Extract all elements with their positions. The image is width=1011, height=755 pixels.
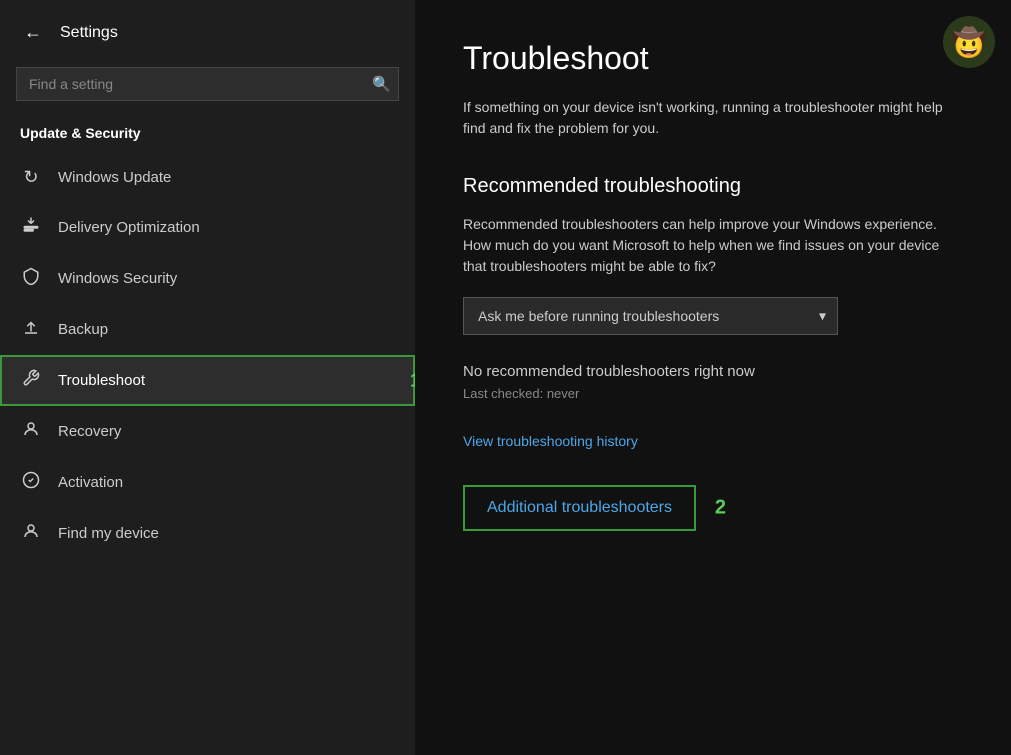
dropdown-wrapper: Ask me before running troubleshooters Ru… <box>463 297 838 335</box>
additional-troubleshooters-button[interactable]: Additional troubleshooters <box>463 485 696 531</box>
find-device-icon <box>20 522 42 545</box>
sidebar-item-delivery-optimization[interactable]: Delivery Optimization <box>0 202 415 253</box>
main-content: 🤠 Troubleshoot If something on your devi… <box>415 0 1011 755</box>
page-description: If something on your device isn't workin… <box>463 97 963 139</box>
last-checked-text: Last checked: never <box>463 386 963 401</box>
delivery-optimization-icon <box>20 216 42 239</box>
sidebar-item-label: Activation <box>58 474 123 491</box>
sidebar-item-troubleshoot[interactable]: Troubleshoot 1 <box>0 355 415 406</box>
sidebar-item-label: Find my device <box>58 525 159 542</box>
sidebar-header: ← Settings <box>0 0 415 57</box>
shield-icon <box>20 267 42 290</box>
recovery-icon <box>20 420 42 443</box>
recommended-description: Recommended troubleshooters can help imp… <box>463 214 963 277</box>
troubleshoot-dropdown[interactable]: Ask me before running troubleshooters Ru… <box>463 297 838 335</box>
sidebar-item-label: Backup <box>58 321 108 338</box>
sidebar-item-activation[interactable]: Activation <box>0 457 415 508</box>
sidebar-item-backup[interactable]: Backup <box>0 304 415 355</box>
search-icon[interactable]: 🔍 <box>372 75 391 93</box>
sidebar-item-windows-update[interactable]: ↻ Windows Update <box>0 153 415 202</box>
no-troubleshooters-text: No recommended troubleshooters right now <box>463 363 963 380</box>
recommended-heading: Recommended troubleshooting <box>463 175 963 198</box>
sidebar-item-label: Delivery Optimization <box>58 219 200 236</box>
sidebar: ← Settings 🔍 Update & Security ↻ Windows… <box>0 0 415 755</box>
wrench-icon <box>20 369 42 392</box>
page-title: Troubleshoot <box>463 40 963 77</box>
back-button[interactable]: ← <box>20 18 46 47</box>
view-history-link[interactable]: View troubleshooting history <box>463 433 638 449</box>
sidebar-item-label: Troubleshoot <box>58 372 145 389</box>
sidebar-item-label: Windows Update <box>58 169 171 186</box>
sidebar-item-find-my-device[interactable]: Find my device <box>0 508 415 559</box>
activation-icon <box>20 471 42 494</box>
section-label: Update & Security <box>0 117 415 149</box>
sidebar-item-recovery[interactable]: Recovery <box>0 406 415 457</box>
avatar-emoji: 🤠 <box>952 26 987 59</box>
sidebar-item-windows-security[interactable]: Windows Security <box>0 253 415 304</box>
search-input[interactable] <box>16 67 399 101</box>
back-icon: ← <box>24 22 42 43</box>
sidebar-item-label: Recovery <box>58 423 121 440</box>
sidebar-item-label: Windows Security <box>58 270 177 287</box>
avatar: 🤠 <box>943 16 995 68</box>
additional-btn-wrapper: Additional troubleshooters 2 <box>463 485 696 531</box>
search-box: 🔍 <box>16 67 399 101</box>
additional-badge: 2 <box>715 497 726 520</box>
sidebar-title: Settings <box>60 24 118 42</box>
windows-update-icon: ↻ <box>20 167 42 188</box>
backup-icon <box>20 318 42 341</box>
